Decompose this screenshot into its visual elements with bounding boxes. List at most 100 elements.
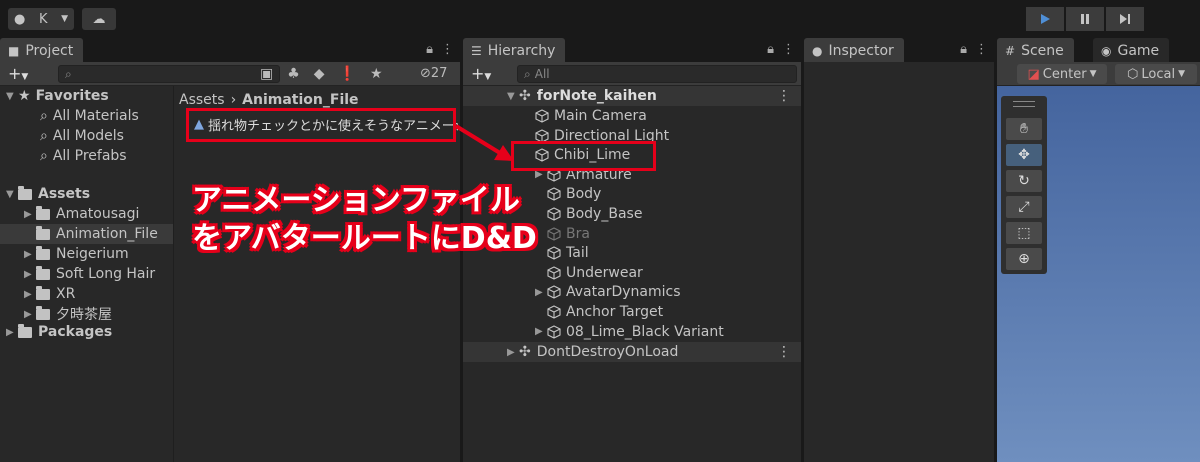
hierarchy-item[interactable]: Bra — [541, 224, 590, 244]
asset-folder[interactable]: ▶ Soft Long Hair — [24, 264, 155, 284]
space-dropdown[interactable]: ⬡ Local ▼ — [1115, 64, 1197, 84]
hierarchy-item[interactable]: Body_Base — [541, 204, 642, 224]
list-icon: ☰ — [471, 44, 482, 58]
asset-folder[interactable]: ▶ Neigerium — [24, 244, 129, 264]
transform-tool-button[interactable]: ⊕ — [1006, 248, 1042, 270]
scene-row[interactable]: ▼ ✣ forNote_kaihen ⋮ — [463, 86, 801, 106]
fold-open-icon: ▼ — [6, 90, 14, 102]
chevron-down-icon: ▼ — [61, 14, 68, 24]
hierarchy-item[interactable]: Anchor Target — [541, 302, 663, 322]
chevron-down-icon: ▼ — [1178, 69, 1185, 79]
hand-tool-button[interactable]: ✋︎ — [1006, 118, 1042, 140]
fold-open-icon: ▼ — [507, 90, 515, 102]
move-tool-button[interactable]: ✥ — [1006, 144, 1042, 166]
rect-tool-button[interactable]: ⬚ — [1006, 222, 1042, 244]
annotation-line-2: をアバタールートにD&D — [192, 221, 537, 256]
favorites-header[interactable]: ▼ ★ Favorites — [6, 86, 109, 106]
account-dropdown[interactable]: ● K ▼ — [8, 8, 74, 30]
pivot-icon: ◪ — [1027, 66, 1040, 82]
breadcrumb-root[interactable]: Assets — [179, 92, 225, 108]
tab-inspector-label: Inspector — [828, 43, 894, 59]
folder-label: Amatousagi — [56, 206, 140, 222]
dontdestroy-row[interactable]: ▶ ✣ DontDestroyOnLoad ⋮ — [463, 342, 801, 362]
packages-header[interactable]: ▶ Packages — [6, 322, 112, 342]
folder-icon — [36, 225, 50, 240]
pause-button[interactable] — [1066, 7, 1104, 31]
fold-closed-icon: ▶ — [6, 326, 14, 338]
fold-closed-icon: ▶ — [24, 288, 32, 300]
hierarchy-item[interactable]: Body — [541, 184, 601, 204]
account-icon: ● — [14, 11, 26, 27]
folder-label: Animation_File — [56, 226, 158, 242]
lock-icon[interactable]: 🔒︎ — [767, 42, 774, 57]
tab-scene-label: Scene — [1021, 43, 1064, 59]
tab-options: 🔒︎ ⋮ — [960, 42, 988, 57]
asset-folder[interactable]: ▶ 夕時茶屋 — [24, 304, 112, 324]
lock-icon[interactable]: 🔒︎ — [426, 42, 433, 57]
tab-hierarchy[interactable]: ☰ Hierarchy — [463, 38, 566, 62]
hierarchy-item[interactable]: ▶ AvatarDynamics — [535, 282, 681, 302]
hierarchy-search-input[interactable]: ⌕ All — [517, 65, 797, 83]
kebab-menu-icon[interactable]: ⋮ — [975, 42, 988, 57]
add-button[interactable]: +▼ — [471, 64, 491, 83]
star-icon: ★ — [18, 88, 31, 104]
asset-folder-selected[interactable]: Animation_File — [0, 224, 173, 244]
hierarchy-item-label: AvatarDynamics — [566, 284, 681, 301]
shapes-filter-icon[interactable]: ♣ — [287, 66, 300, 82]
add-button[interactable]: +▼ — [8, 64, 28, 83]
favorite-item[interactable]: ⌕ All Materials — [40, 106, 139, 126]
kebab-menu-icon[interactable]: ⋮ — [777, 344, 791, 360]
step-button[interactable] — [1106, 7, 1144, 31]
kebab-menu-icon[interactable]: ⋮ — [441, 42, 454, 57]
project-split-divider[interactable] — [173, 86, 174, 462]
search-by-type-icon[interactable]: ▣ — [260, 66, 273, 82]
hierarchy-item[interactable]: Tail — [541, 243, 589, 263]
kebab-menu-icon[interactable]: ⋮ — [777, 88, 791, 104]
favorite-item[interactable]: ⌕ All Models — [40, 126, 124, 146]
scale-tool-button[interactable]: ⤢ — [1006, 196, 1042, 218]
scene-tools-overlay: ✋︎ ✥ ↻ ⤢ ⬚ ⊕ — [1001, 96, 1047, 274]
tab-inspector[interactable]: ● Inspector — [804, 38, 904, 62]
tab-project-label: Project — [25, 43, 74, 59]
search-icon: ⌕ — [40, 148, 48, 164]
hierarchy-item[interactable]: ▶ 08_Lime_Black Variant — [535, 322, 724, 342]
search-icon: ⌕ — [524, 66, 531, 81]
pivot-label: Center — [1042, 66, 1087, 82]
folder-icon — [36, 305, 50, 320]
kebab-menu-icon[interactable]: ⋮ — [782, 42, 795, 57]
fold-closed-icon[interactable]: ▶ — [535, 326, 547, 337]
tab-project[interactable]: ■ Project — [0, 38, 84, 62]
hierarchy-item[interactable]: Underwear — [541, 263, 643, 283]
cloud-button[interactable]: ☁ — [82, 8, 116, 30]
rect-icon: ⬚ — [1017, 225, 1031, 241]
favorite-item[interactable]: ⌕ All Prefabs — [40, 146, 127, 166]
scene-name: forNote_kaihen — [536, 88, 657, 104]
asset-folder[interactable]: ▶ Amatousagi — [24, 204, 139, 224]
favorite-label: All Materials — [52, 108, 139, 124]
hierarchy-item-label: Underwear — [566, 264, 643, 281]
info-icon[interactable]: ❗ — [339, 66, 356, 82]
hidden-packages-toggle[interactable]: ⊘27 — [420, 66, 447, 81]
star-icon[interactable]: ★ — [370, 66, 383, 82]
annotation-file-highlight — [186, 108, 456, 142]
label-filter-icon[interactable]: ◆ — [314, 66, 325, 82]
lock-icon[interactable]: 🔒︎ — [960, 42, 967, 57]
fold-closed-icon[interactable]: ▶ — [535, 287, 547, 298]
tab-game[interactable]: ◉ Game — [1093, 38, 1170, 62]
unity-scene-icon: ✣ — [519, 88, 531, 104]
pivot-dropdown[interactable]: ◪ Center ▼ — [1017, 64, 1107, 84]
tab-scene[interactable]: # Scene — [997, 38, 1074, 62]
hierarchy-item-label: Body — [566, 186, 602, 203]
folder-label: Neigerium — [56, 246, 129, 262]
rotate-tool-button[interactable]: ↻ — [1006, 170, 1042, 192]
play-button[interactable] — [1026, 7, 1064, 31]
breadcrumb-current[interactable]: Animation_File — [242, 92, 358, 108]
project-search-input[interactable]: ⌕ — [58, 65, 280, 83]
asset-folder[interactable]: ▶ XR — [24, 284, 75, 304]
assets-header[interactable]: ▼ Assets — [6, 184, 90, 204]
folder-open-icon — [18, 185, 32, 200]
drag-handle[interactable] — [1013, 101, 1035, 107]
hierarchy-item-label: Anchor Target — [566, 304, 664, 320]
scene-tabbar: # Scene ◉ Game — [997, 38, 1200, 62]
hierarchy-item[interactable]: Main Camera — [523, 106, 647, 126]
